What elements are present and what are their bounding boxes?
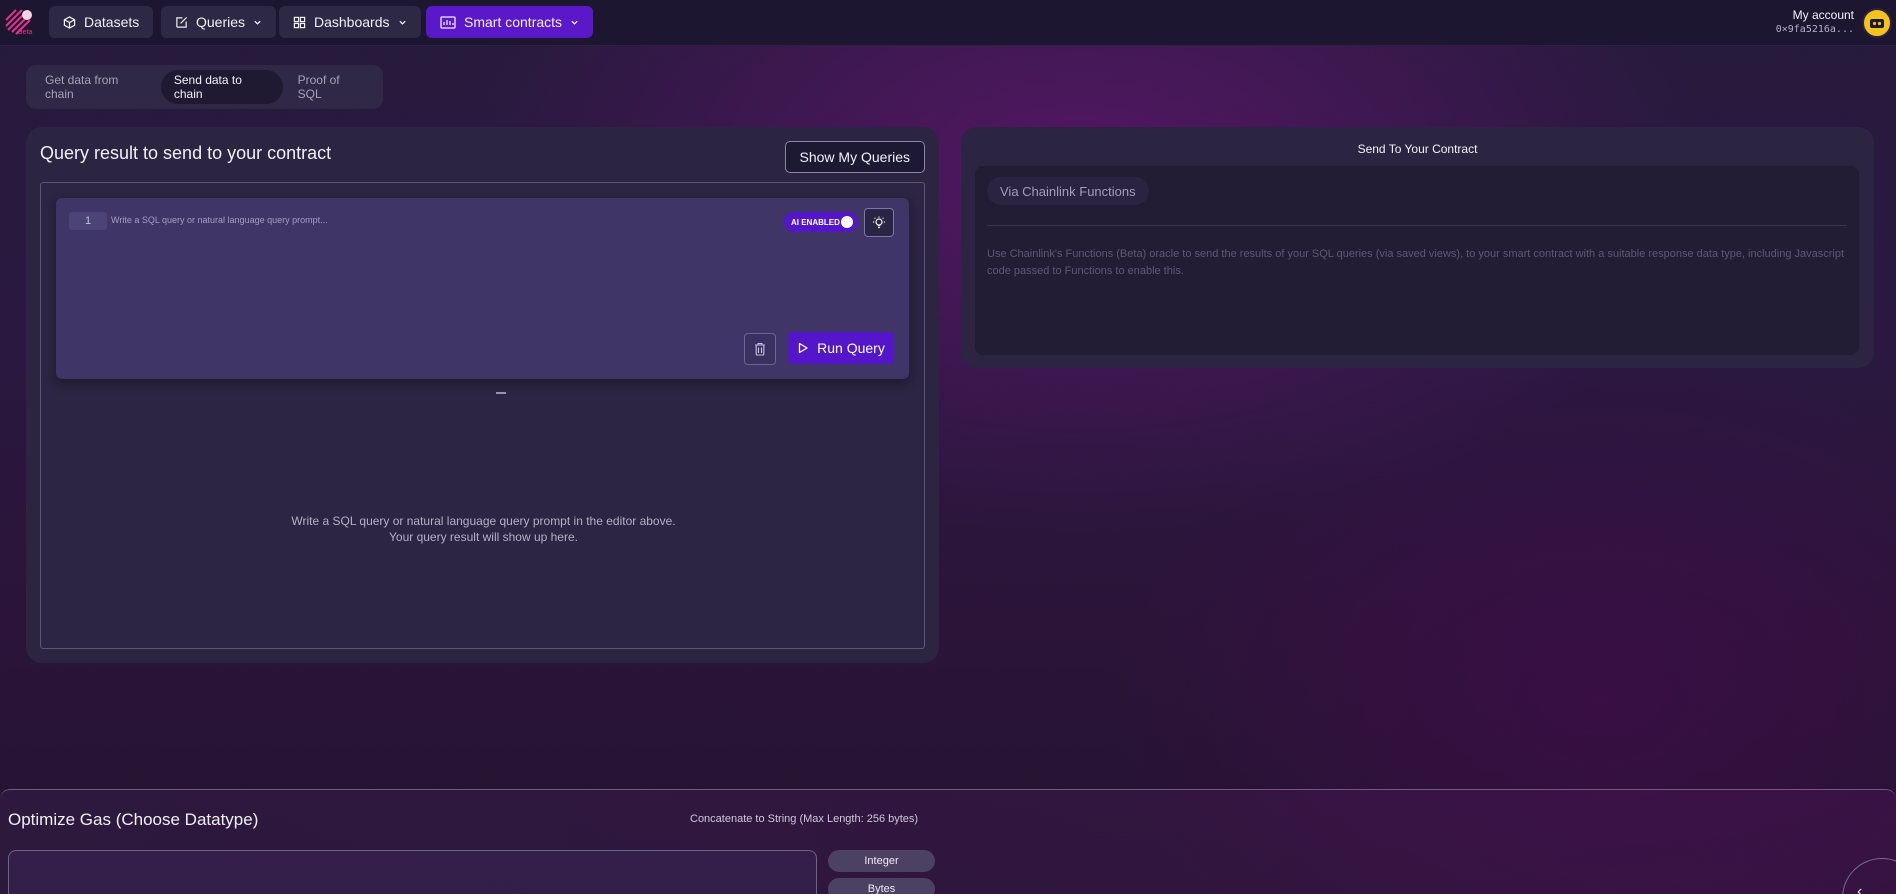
floating-widget[interactable]: ‹ — [1842, 858, 1896, 894]
ai-toggle-label: AI ENABLED — [791, 217, 840, 227]
send-to-contract-title: Send To Your Contract — [1357, 142, 1478, 156]
robot-avatar-icon — [1870, 19, 1884, 28]
divider — [987, 225, 1847, 226]
smart-contracts-menu-button[interactable]: Smart contracts — [426, 6, 594, 38]
app-logo[interactable]: Beta — [2, 6, 36, 40]
datasets-label: Datasets — [84, 14, 140, 30]
line-number: 1 — [69, 212, 107, 230]
beta-badge: Beta — [18, 29, 33, 36]
ai-enabled-toggle[interactable]: AI ENABLED — [784, 212, 858, 232]
method-chip-chainlink-functions[interactable]: Via Chainlink Functions — [987, 177, 1149, 205]
optimize-gas-section: Optimize Gas (Choose Datatype) Concatena… — [0, 789, 1896, 894]
datatype-bytes-button[interactable]: Bytes — [828, 878, 935, 894]
account-menu[interactable]: My account 0×9fa5216a... — [1776, 8, 1854, 35]
editor-placeholder: Write a SQL query or natural language qu… — [111, 215, 328, 225]
dashboards-label: Dashboards — [314, 14, 390, 30]
sql-editor[interactable]: 1 Write a SQL query or natural language … — [56, 198, 909, 394]
page-title: Query result to send to your contract — [40, 143, 332, 163]
grid-icon — [293, 16, 306, 28]
lightbulb-icon — [873, 216, 885, 228]
run-query-label: Run Query — [817, 340, 885, 356]
cube-icon — [63, 15, 76, 29]
edit-icon — [176, 16, 188, 28]
method-description: Use Chainlink's Functions (Beta) oracle … — [987, 248, 1845, 277]
account-address: 0×9fa5216a... — [1775, 24, 1854, 35]
trash-icon — [755, 342, 765, 356]
chevron-down-icon — [254, 20, 261, 25]
datasets-button[interactable]: Datasets — [49, 6, 154, 38]
play-icon — [798, 342, 808, 354]
query-result-empty-state: Write a SQL query or natural language qu… — [41, 513, 926, 545]
contract-icon — [440, 15, 456, 29]
chainlink-functions-card: Via Chainlink Functions Use Chainlink's … — [975, 166, 1859, 355]
editor-resize-handle[interactable] — [496, 392, 506, 394]
tab-proof-of-sql[interactable]: Proof of SQL — [285, 70, 377, 104]
result-message-line-2: Your query result will show up here. — [389, 530, 578, 544]
show-my-queries-button[interactable]: Show My Queries — [784, 141, 925, 173]
result-message-line-1: Write a SQL query or natural language qu… — [291, 514, 676, 528]
tab-get-data-from-chain[interactable]: Get data from chain — [32, 70, 159, 104]
send-to-contract-panel: Send To Your Contract Via Chainlink Func… — [961, 127, 1874, 368]
toggle-knob — [841, 216, 853, 228]
concatenate-label: Concatenate to String (Max Length: 256 b… — [690, 813, 919, 825]
dashboards-menu-button[interactable]: Dashboards — [279, 6, 421, 38]
top-navigation-bar: Beta Datasets Queries Dashboards Smart c… — [0, 0, 1896, 46]
query-panel: Query result to send to your contract Sh… — [26, 127, 939, 663]
datatype-preview-box — [8, 850, 817, 894]
avatar[interactable] — [1862, 8, 1892, 38]
optimize-gas-title: Optimize Gas (Choose Datatype) — [8, 810, 259, 829]
tab-send-data-to-chain[interactable]: Send data to chain — [160, 70, 283, 104]
chevron-down-icon — [571, 20, 578, 25]
chevron-left-icon: ‹ — [1857, 883, 1863, 894]
run-query-button[interactable]: Run Query — [788, 332, 894, 364]
query-container: 1 Write a SQL query or natural language … — [40, 182, 925, 649]
clear-query-button[interactable] — [744, 333, 776, 365]
smart-contracts-label: Smart contracts — [464, 14, 563, 30]
queries-label: Queries — [196, 14, 246, 30]
account-label: My account — [1792, 8, 1854, 22]
suggestions-button[interactable] — [864, 208, 894, 237]
datatype-integer-button[interactable]: Integer — [828, 850, 935, 872]
mode-tabs: Get data from chain Send data to chain P… — [26, 65, 383, 109]
chevron-down-icon — [398, 20, 406, 25]
queries-menu-button[interactable]: Queries — [161, 6, 277, 38]
